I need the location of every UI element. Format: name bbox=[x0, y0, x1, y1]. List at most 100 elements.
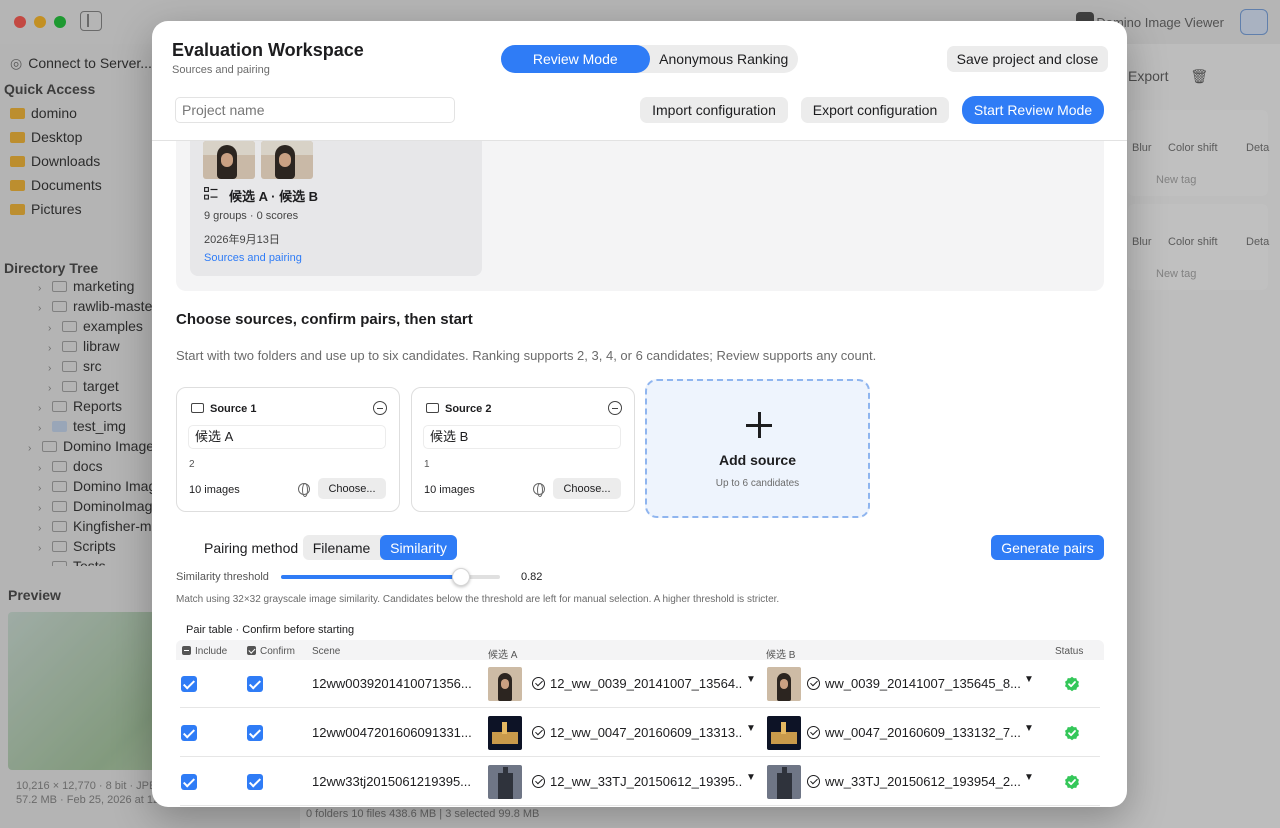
status-ok-icon bbox=[1064, 774, 1080, 790]
section-description: Start with two folders and use up to six… bbox=[176, 348, 877, 363]
scene-header: Scene bbox=[312, 646, 341, 657]
similarity-threshold-note: Match using 32×32 grayscale image simila… bbox=[176, 594, 780, 605]
source-card-1: Source 1 候选 A 2 10 images Choose... bbox=[176, 387, 400, 512]
candidate-b-thumbnail bbox=[767, 765, 801, 799]
pair-table: Include Confirm Scene 候选 A 候选 B Status 1… bbox=[176, 640, 1104, 807]
remove-source-1-icon[interactable] bbox=[373, 401, 387, 415]
scene-name: 12ww33tj2015061219395... bbox=[312, 774, 472, 789]
list-icon bbox=[204, 187, 218, 200]
checkmark-circle-icon bbox=[532, 677, 545, 690]
table-row: 12ww0047201606091331... 12_ww_0047_201606… bbox=[180, 709, 1100, 757]
status-ok-icon bbox=[1064, 676, 1080, 692]
status-header: Status bbox=[1055, 646, 1084, 657]
recent-thumb-a bbox=[203, 141, 255, 179]
slider-fill bbox=[281, 575, 461, 579]
source-card-2: Source 2 候选 B 1 10 images Choose... bbox=[411, 387, 635, 512]
candidate-a-header: 候选 A bbox=[488, 650, 518, 661]
evaluation-workspace-modal: Evaluation Workspace Sources and pairing… bbox=[152, 21, 1127, 807]
filename-option[interactable]: Filename bbox=[303, 535, 380, 560]
candidate-b-file[interactable]: ww_0039_20141007_135645_8... bbox=[825, 676, 1021, 691]
include-header-label: Include bbox=[195, 646, 228, 657]
checkmark-circle-icon bbox=[807, 775, 820, 788]
add-source-label: Add source bbox=[718, 452, 796, 468]
similarity-threshold-label: Similarity threshold bbox=[176, 571, 269, 583]
plus-icon bbox=[746, 412, 772, 438]
scene-name: 12ww0047201606091331... bbox=[312, 725, 472, 740]
add-source-sub: Up to 6 candidates bbox=[715, 478, 800, 489]
include-checkbox[interactable] bbox=[181, 676, 197, 692]
source-1-name-field[interactable]: 候选 A bbox=[188, 425, 386, 449]
candidate-a-file[interactable]: 12_ww_33TJ_20150612_19395... bbox=[550, 774, 742, 789]
folder-icon bbox=[426, 403, 439, 413]
mode-segmented-control: Review Mode Anonymous Ranking bbox=[501, 45, 798, 73]
candidate-b-file[interactable]: ww_0047_20160609_133132_7... bbox=[825, 725, 1021, 740]
recent-project-stats: 9 groups · 0 scores bbox=[204, 210, 299, 222]
modal-subtitle: Sources and pairing bbox=[172, 64, 270, 76]
source-2-name-field[interactable]: 候选 B bbox=[423, 425, 621, 449]
candidate-a-thumbnail bbox=[488, 765, 522, 799]
generate-pairs-button[interactable]: Generate pairs bbox=[991, 535, 1104, 560]
chevron-down-icon[interactable]: ▼ bbox=[1024, 674, 1034, 685]
similarity-threshold-value: 0.82 bbox=[521, 571, 543, 583]
source-2-images: 10 images bbox=[424, 484, 475, 496]
review-mode-tab[interactable]: Review Mode bbox=[501, 45, 650, 73]
source-2-title-text: Source 2 bbox=[445, 403, 492, 415]
pairing-method-control: Filename Similarity bbox=[303, 535, 457, 560]
candidate-a-thumbnail bbox=[488, 667, 522, 701]
project-name-input[interactable] bbox=[175, 97, 455, 123]
source-1-choose-button[interactable]: Choose... bbox=[318, 478, 386, 499]
source-1-images: 10 images bbox=[189, 484, 240, 496]
import-configuration-button[interactable]: Import configuration bbox=[640, 97, 788, 123]
include-checkbox[interactable] bbox=[181, 725, 197, 741]
recent-project-name: 候选 A · 候选 B bbox=[229, 189, 319, 204]
similarity-threshold-slider[interactable] bbox=[281, 568, 500, 586]
include-header[interactable]: Include bbox=[182, 646, 227, 657]
anonymous-ranking-tab[interactable]: Anonymous Ranking bbox=[650, 45, 799, 73]
candidate-b-thumbnail bbox=[767, 716, 801, 750]
save-and-close-button[interactable]: Save project and close bbox=[947, 46, 1108, 72]
slider-knob[interactable] bbox=[451, 568, 470, 586]
export-configuration-button[interactable]: Export configuration bbox=[801, 97, 949, 123]
status-ok-icon bbox=[1064, 725, 1080, 741]
pair-table-header: Include Confirm Scene 候选 A 候选 B Status bbox=[176, 640, 1104, 661]
confirm-all-checkbox-icon[interactable] bbox=[247, 646, 256, 655]
modal-title: Evaluation Workspace bbox=[172, 40, 364, 60]
source-2-title: Source 2 bbox=[426, 403, 491, 415]
confirm-header-label: Confirm bbox=[260, 646, 296, 657]
chevron-down-icon[interactable]: ▼ bbox=[1024, 772, 1034, 783]
confirm-checkbox[interactable] bbox=[247, 725, 263, 741]
source-1-title: Source 1 bbox=[191, 403, 256, 415]
chevron-down-icon[interactable]: ▼ bbox=[746, 674, 756, 685]
start-review-mode-button[interactable]: Start Review Mode bbox=[962, 96, 1104, 124]
pairing-method-label: Pairing method bbox=[204, 540, 299, 556]
recent-project-link[interactable]: Sources and pairing bbox=[204, 252, 302, 264]
checkmark-circle-icon bbox=[807, 677, 820, 690]
checkmark-circle-icon bbox=[807, 726, 820, 739]
similarity-option[interactable]: Similarity bbox=[380, 535, 457, 560]
candidate-a-file[interactable]: 12_ww_0039_20141007_13564... bbox=[550, 676, 742, 691]
chevron-down-icon[interactable]: ▼ bbox=[746, 723, 756, 734]
source-2-choose-button[interactable]: Choose... bbox=[553, 478, 621, 499]
include-checkbox[interactable] bbox=[181, 774, 197, 790]
remove-source-2-icon[interactable] bbox=[608, 401, 622, 415]
section-title: Choose sources, confirm pairs, then star… bbox=[176, 311, 473, 328]
confirm-header[interactable]: Confirm bbox=[247, 646, 295, 657]
chevron-down-icon[interactable]: ▼ bbox=[1024, 723, 1034, 734]
candidate-a-thumbnail bbox=[488, 716, 522, 750]
table-row: 12ww33tj2015061219395... 12_ww_33TJ_20150… bbox=[180, 758, 1100, 806]
add-source-button[interactable]: Add source Up to 6 candidates bbox=[645, 379, 870, 518]
confirm-checkbox[interactable] bbox=[247, 676, 263, 692]
globe-icon[interactable] bbox=[298, 483, 310, 497]
source-1-count: 2 bbox=[189, 459, 195, 470]
source-2-count: 1 bbox=[424, 459, 430, 470]
scene-name: 12ww0039201410071356... bbox=[312, 676, 472, 691]
table-row: 12ww0039201410071356... 12_ww_0039_201410… bbox=[180, 660, 1100, 708]
chevron-down-icon[interactable]: ▼ bbox=[746, 772, 756, 783]
confirm-checkbox[interactable] bbox=[247, 774, 263, 790]
include-all-checkbox-icon[interactable] bbox=[182, 646, 191, 655]
source-1-title-text: Source 1 bbox=[210, 403, 257, 415]
recent-project-date: 2026年9月13日 bbox=[204, 234, 280, 246]
globe-icon[interactable] bbox=[533, 483, 545, 497]
candidate-a-file[interactable]: 12_ww_0047_20160609_13313... bbox=[550, 725, 742, 740]
candidate-b-file[interactable]: ww_33TJ_20150612_193954_2... bbox=[825, 774, 1021, 789]
